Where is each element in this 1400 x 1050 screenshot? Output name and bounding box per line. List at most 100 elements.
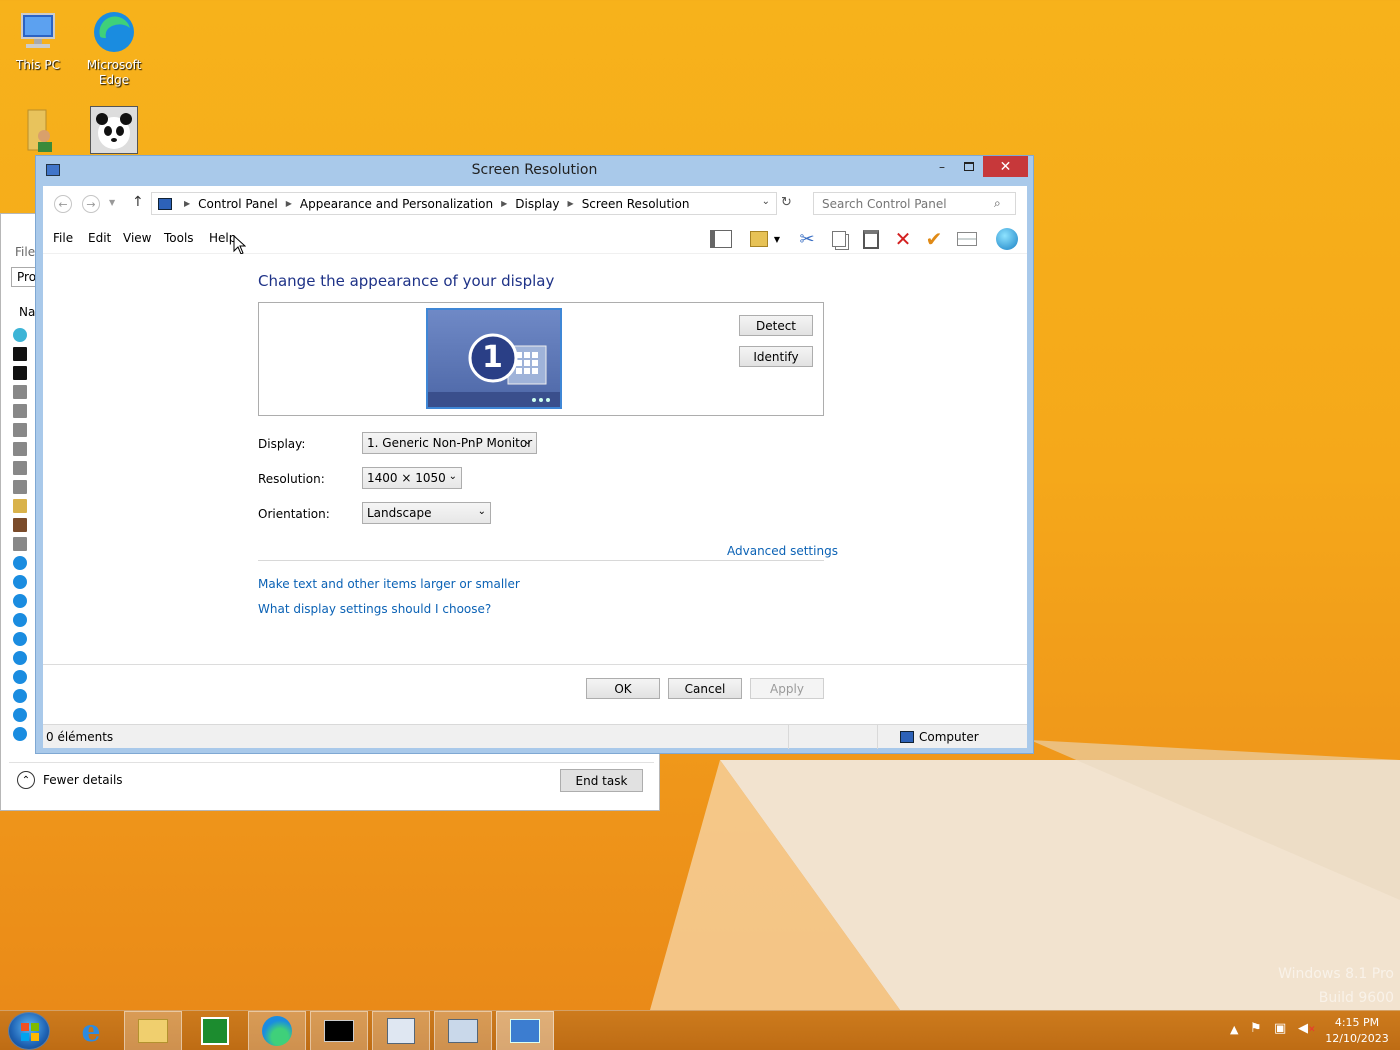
action-center-flag-icon[interactable]: ⚑ <box>1250 1021 1262 1036</box>
menu-view[interactable]: View <box>123 231 151 245</box>
fewer-details-toggle[interactable]: ⌃ Fewer details <box>17 771 123 789</box>
network-icon[interactable]: ▣ <box>1274 1021 1286 1036</box>
paste-button[interactable] <box>859 228 883 250</box>
breadcrumb-display[interactable]: Display <box>515 197 559 211</box>
taskbar-command-prompt[interactable] <box>310 1011 368 1050</box>
orientation-select[interactable]: Landscape ⌄ <box>362 502 491 524</box>
address-bar[interactable]: ▶ Control Panel ▶ Appearance and Persona… <box>151 192 777 215</box>
breadcrumb-separator[interactable]: ▶ <box>501 199 507 208</box>
back-button[interactable]: ← <box>54 195 72 213</box>
clock-date: 12/10/2023 <box>1325 1032 1389 1045</box>
breadcrumb-control-panel[interactable]: Control Panel <box>198 197 278 211</box>
tm-process-row[interactable] <box>13 382 29 401</box>
breadcrumb-separator[interactable]: ▶ <box>184 199 190 208</box>
properties-check-button[interactable]: ✔ <box>922 227 946 251</box>
tm-process-row[interactable] <box>13 629 29 648</box>
display-settings-help-link[interactable]: What display settings should I choose? <box>258 602 491 616</box>
maximize-button[interactable] <box>956 156 982 177</box>
task-manager-process-list[interactable]: File Pro Na <box>9 214 41 754</box>
ok-button[interactable]: OK <box>586 678 660 699</box>
tm-process-row[interactable] <box>13 420 29 439</box>
desktop-icon-panda[interactable] <box>79 106 149 156</box>
resolution-select[interactable]: 1400 × 1050 ⌄ <box>362 467 462 489</box>
detect-button[interactable]: Detect <box>739 315 813 336</box>
tm-process-row[interactable] <box>13 610 29 629</box>
taskbar-edge[interactable] <box>248 1011 306 1050</box>
tm-process-row[interactable] <box>13 458 29 477</box>
apply-button[interactable]: Apply <box>750 678 824 699</box>
taskbar-app-calendar[interactable] <box>372 1011 430 1050</box>
monitor-preview-panel[interactable]: 1 Detect Identify <box>258 302 824 416</box>
minimize-button[interactable]: – <box>929 156 955 177</box>
breadcrumb-screen-resolution[interactable]: Screen Resolution <box>582 197 690 211</box>
volume-muted-icon[interactable]: ◀✕ <box>1298 1021 1316 1036</box>
tm-process-row[interactable] <box>13 515 29 534</box>
tm-process-row[interactable] <box>13 344 29 363</box>
taskbar-internet-explorer[interactable]: e <box>62 1011 120 1050</box>
tm-process-row[interactable] <box>13 496 29 515</box>
scissors-icon: ✂ <box>799 228 815 250</box>
monitor-1-tile[interactable]: 1 <box>426 308 562 409</box>
close-button[interactable]: ✕ <box>983 156 1028 177</box>
breadcrumb-separator[interactable]: ▶ <box>568 199 574 208</box>
search-input[interactable] <box>813 192 1016 215</box>
tm-process-row[interactable] <box>13 439 29 458</box>
clock[interactable]: 4:15 PM 12/10/2023 <box>1320 1015 1394 1047</box>
layout-pane-button[interactable] <box>709 228 733 250</box>
menu-file[interactable]: File <box>53 231 73 245</box>
tm-process-row[interactable] <box>13 325 29 344</box>
recent-pages-dropdown[interactable]: ▼ <box>109 198 115 207</box>
cancel-button[interactable]: Cancel <box>668 678 742 699</box>
organize-dropdown[interactable]: ▼ <box>771 228 783 250</box>
breadcrumb-separator[interactable]: ▶ <box>286 199 292 208</box>
title-bar[interactable]: Screen Resolution – ✕ <box>36 156 1033 186</box>
breadcrumb-appearance[interactable]: Appearance and Personalization <box>300 197 493 211</box>
taskbar-control-panel[interactable] <box>496 1011 554 1050</box>
start-button[interactable] <box>8 1012 50 1050</box>
organize-button[interactable] <box>747 228 771 250</box>
tm-process-row[interactable] <box>13 686 29 705</box>
tm-process-row[interactable] <box>13 667 29 686</box>
details-button[interactable] <box>955 228 979 250</box>
taskbar-task-manager[interactable] <box>434 1011 492 1050</box>
tm-menu-file[interactable]: File <box>15 245 35 259</box>
text-size-link[interactable]: Make text and other items larger or smal… <box>258 577 520 591</box>
menu-edit[interactable]: Edit <box>88 231 111 245</box>
show-hidden-icons-button[interactable]: ▲ <box>1230 1023 1238 1036</box>
tm-process-row[interactable] <box>13 534 29 553</box>
windows-watermark: Windows 8.1 Pro <box>1278 966 1394 982</box>
desktop-icon-edge[interactable]: Microsoft Edge <box>79 8 149 88</box>
tm-process-row[interactable] <box>13 363 29 382</box>
globe-button[interactable] <box>995 228 1019 250</box>
chevron-down-icon: ⌄ <box>477 506 486 517</box>
advanced-settings-link[interactable]: Advanced settings <box>727 544 838 558</box>
tm-process-row[interactable] <box>13 401 29 420</box>
refresh-button[interactable]: ↻ <box>781 195 792 210</box>
display-select[interactable]: 1. Generic Non-PnP Monitor ⌄ <box>362 432 537 454</box>
desktop-icon-this-pc[interactable]: This PC <box>3 8 73 73</box>
taskbar-store[interactable] <box>186 1011 244 1050</box>
tm-process-row[interactable] <box>13 572 29 591</box>
copy-button[interactable] <box>827 228 851 250</box>
screen-resolution-window[interactable]: Screen Resolution – ✕ ← → ▼ ↑ ▶ Control … <box>35 155 1034 754</box>
tm-process-row[interactable] <box>13 553 29 572</box>
forward-button[interactable]: → <box>82 195 100 213</box>
delete-button[interactable]: ✕ <box>891 227 915 251</box>
details-icon <box>957 232 977 246</box>
identify-button[interactable]: Identify <box>739 346 813 367</box>
process-icon <box>13 403 27 418</box>
up-button[interactable]: ↑ <box>132 194 144 210</box>
menu-tools[interactable]: Tools <box>164 231 194 245</box>
tm-process-row[interactable] <box>13 705 29 724</box>
address-dropdown-icon[interactable]: ⌄ <box>762 196 770 207</box>
taskbar-file-explorer[interactable] <box>124 1011 182 1050</box>
end-task-button[interactable]: End task <box>560 769 643 792</box>
search-icon[interactable]: ⌕ <box>994 196 1001 211</box>
cut-button[interactable]: ✂ <box>795 228 819 250</box>
tm-process-row[interactable] <box>13 477 29 496</box>
tm-process-row[interactable] <box>13 724 29 743</box>
tm-column-name[interactable]: Na <box>19 305 35 319</box>
tm-process-row[interactable] <box>13 591 29 610</box>
desktop-icon-user-folder[interactable] <box>3 106 73 156</box>
tm-process-row[interactable] <box>13 648 29 667</box>
